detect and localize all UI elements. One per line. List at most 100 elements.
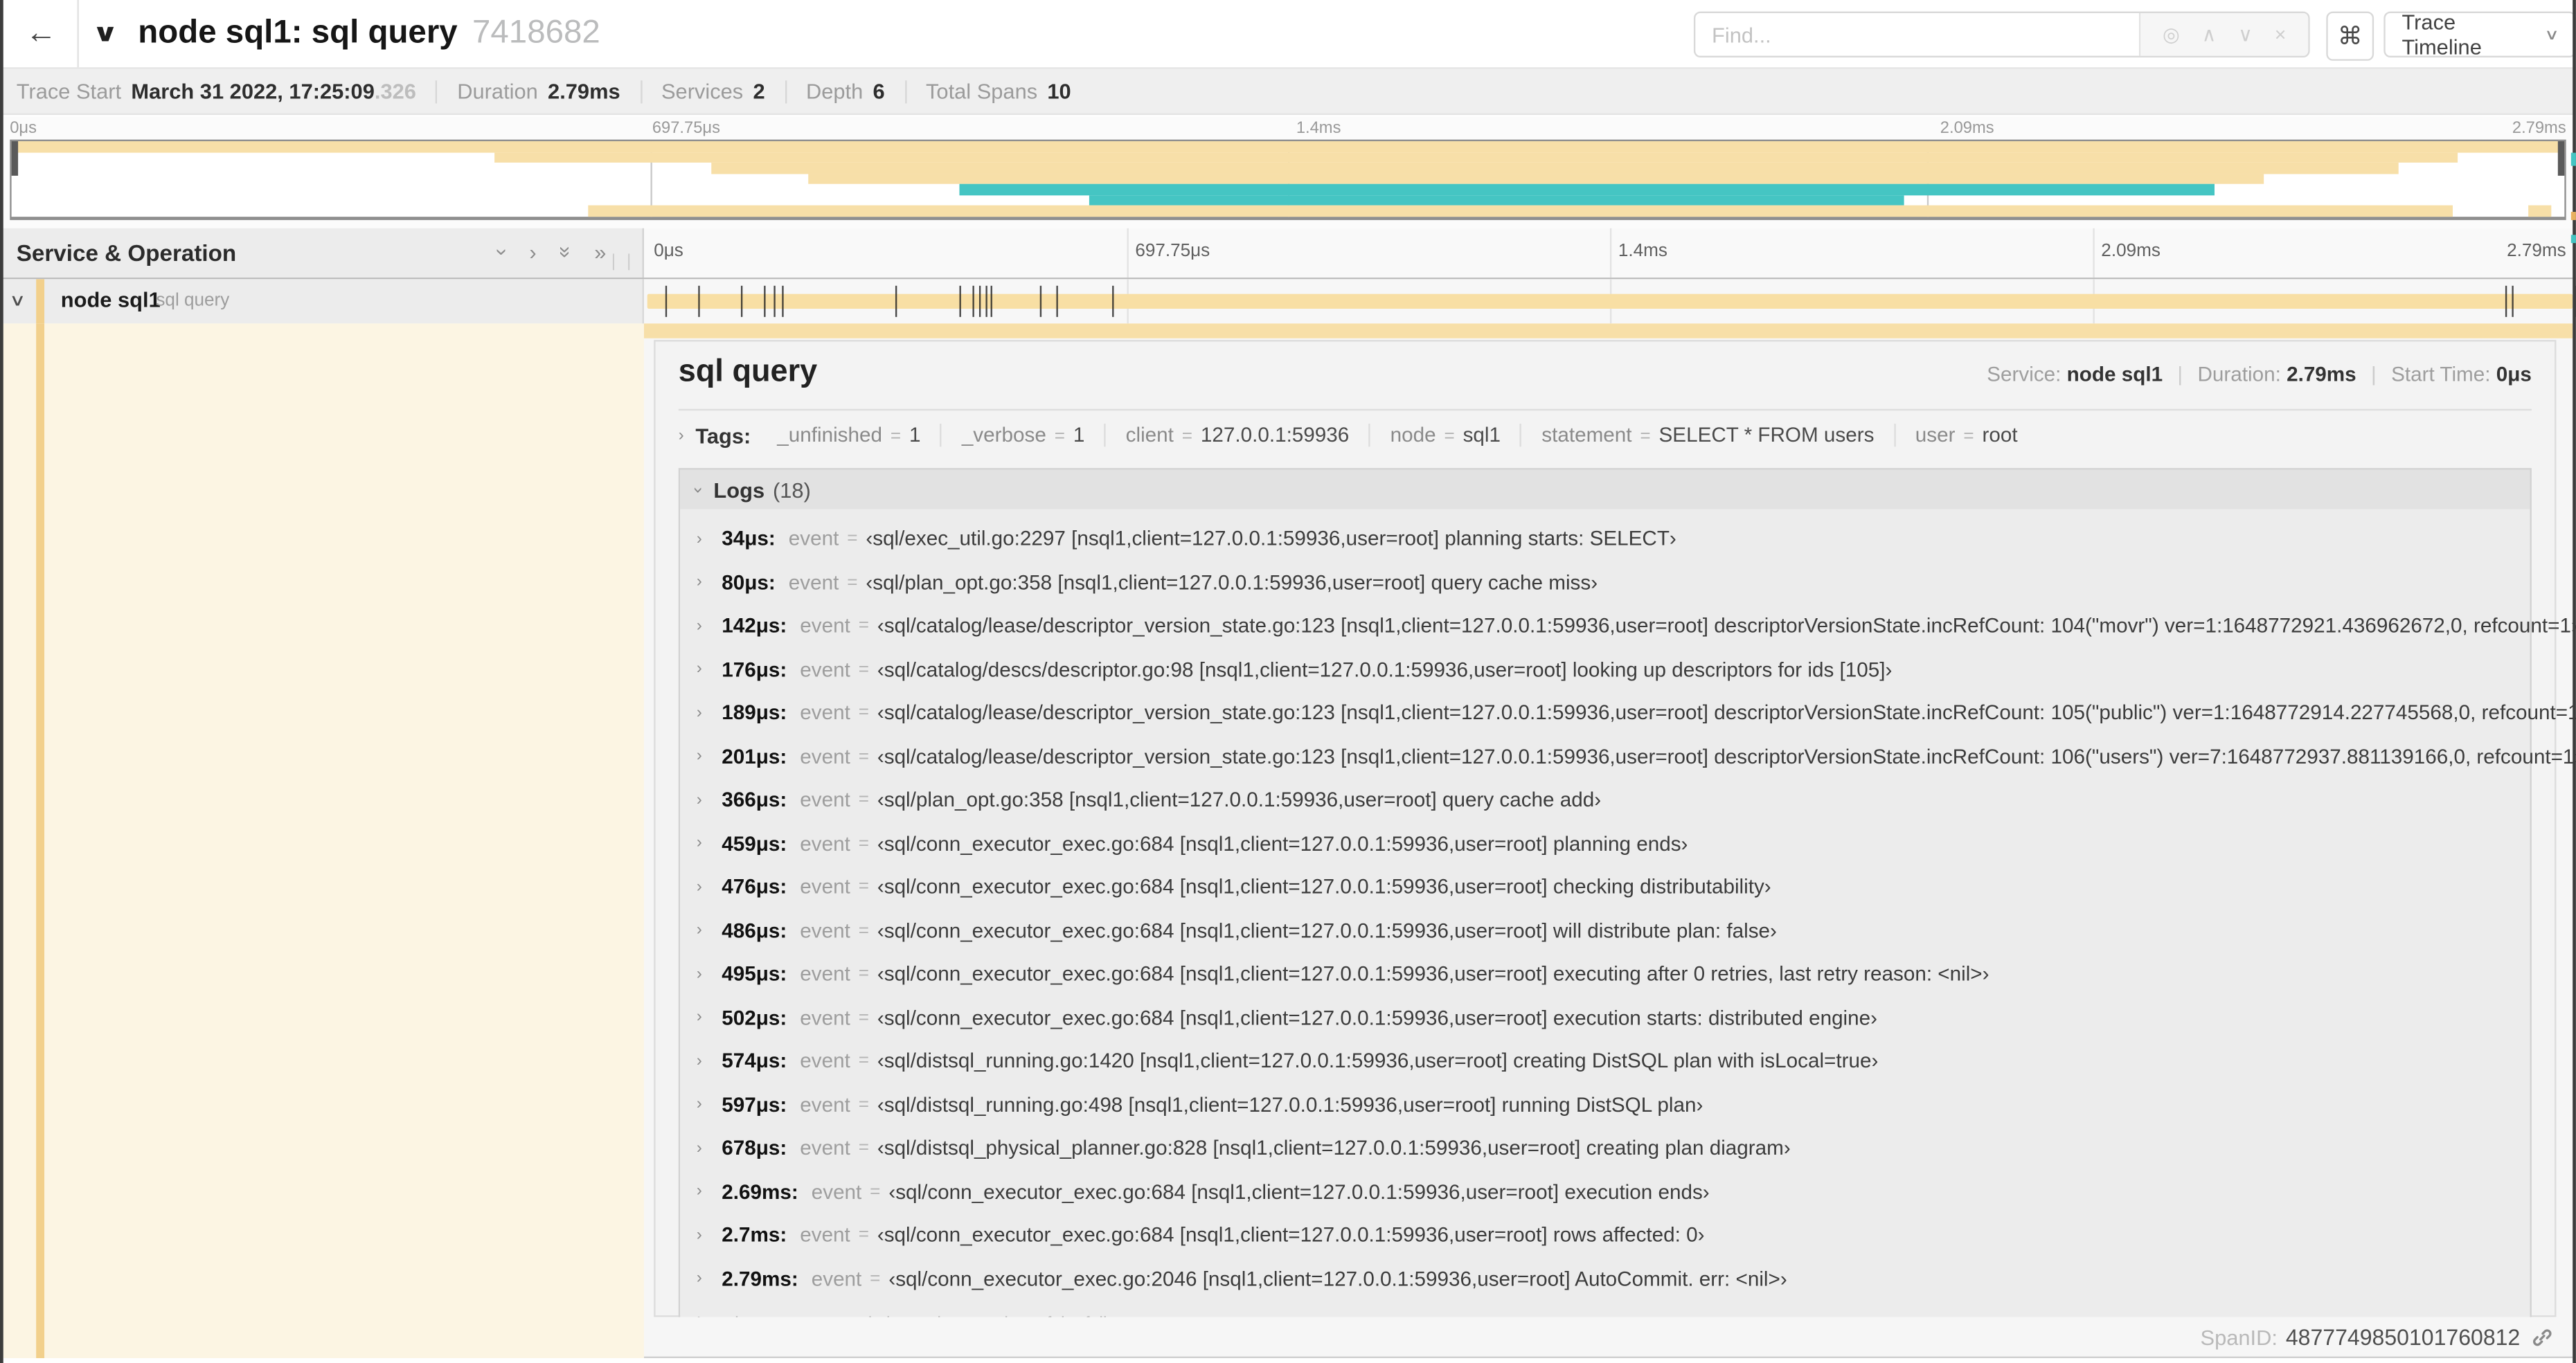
- jaeger-trace-page: ← ∨ node sql1: sql query7418682 ◎ ∧ ∨ × …: [0, 0, 2576, 1363]
- tag-item: client = 127.0.0.1:59936: [1106, 424, 1371, 447]
- log-timestamp: 495μs:: [722, 962, 787, 986]
- chevron-right-icon: ›: [696, 1009, 702, 1027]
- column-resizer-grip[interactable]: ❘❘: [607, 253, 638, 271]
- chevron-right-icon: ›: [696, 1270, 702, 1288]
- service-operation-title: Service & Operation: [16, 240, 237, 267]
- span-duration-bar[interactable]: [647, 294, 2573, 309]
- clear-find-icon[interactable]: ×: [2275, 25, 2287, 44]
- back-button[interactable]: ←: [17, 13, 66, 56]
- axis-tick-label: 2.09ms: [2101, 241, 2161, 262]
- collapse-one-icon[interactable]: ›: [490, 249, 515, 255]
- log-equals: =: [847, 529, 858, 549]
- log-field-key: event: [800, 701, 850, 725]
- log-row[interactable]: › 176μs: event = ‹sql/catalog/descs/descript…: [680, 648, 2530, 692]
- deep-link-icon[interactable]: [2532, 1326, 2553, 1348]
- log-row[interactable]: › 574μs: event = ‹sql/distsql_running.go:142…: [680, 1040, 2530, 1083]
- log-row[interactable]: › 142μs: event = ‹sql/catalog/lease/descript…: [680, 604, 2576, 648]
- log-row[interactable]: › 597μs: event = ‹sql/distsql_running.go:498…: [680, 1083, 2530, 1127]
- span-row-name-cell[interactable]: ∨ node sql1 sql query: [0, 279, 644, 324]
- log-row[interactable]: › 80μs: event = ‹sql/plan_opt.go:358 [nsql1,…: [680, 561, 2530, 604]
- log-row[interactable]: › 34μs: event = ‹sql/exec_util.go:2297 [nsql…: [680, 517, 2530, 561]
- log-timestamp: 597μs:: [722, 1093, 787, 1117]
- minimap-tick-label: 697.75μs: [652, 120, 720, 138]
- tags-list: _unfinished = 1 _verbose = 1 client = 127.0.0.1:…: [757, 424, 2037, 447]
- trace-view-selector-button[interactable]: Trace Timeline ∨: [2383, 10, 2576, 59]
- log-field-value: ‹sql/conn_executor_exec.go:2046 [nsql1,c…: [888, 1267, 1787, 1291]
- tags-row[interactable]: › Tags: _unfinished = 1 _verbose = 1 client = 12…: [679, 414, 2532, 457]
- log-row[interactable]: › 189μs: event = ‹sql/catalog/lease/descript…: [680, 692, 2576, 735]
- log-row[interactable]: › 2.69ms: event = ‹sql/conn_executor_exec.go…: [680, 1170, 2530, 1213]
- log-field-value: ‹sql/exec_util.go:2297 [nsql1,client=127…: [866, 527, 1676, 551]
- log-field-key: event: [800, 1093, 850, 1117]
- find-input[interactable]: [1695, 12, 2139, 56]
- focus-match-icon[interactable]: ◎: [2163, 25, 2180, 44]
- log-row[interactable]: › 476μs: event = ‹sql/conn_executor_exec.go:…: [680, 865, 2530, 909]
- expand-one-icon[interactable]: ›: [529, 242, 536, 263]
- timeline-collapse-controls: › › » »: [490, 242, 606, 263]
- timeline-header: Service & Operation › › » » ❘❘ 0μs 697.75…: [0, 228, 2576, 280]
- log-row[interactable]: › 201μs: event = ‹sql/catalog/lease/descript…: [680, 735, 2576, 779]
- log-marker: [978, 285, 981, 317]
- minimap-tick-label: 0μs: [10, 120, 37, 138]
- summary-divider: [785, 80, 787, 103]
- navbar-divider: [77, 0, 79, 68]
- log-marker: [960, 285, 962, 317]
- log-field-value: ‹sql/distsql_running.go:1420 [nsql1,clie…: [877, 1049, 1879, 1073]
- expand-all-icon[interactable]: »: [594, 242, 606, 263]
- log-row[interactable]: › 678μs: event = ‹sql/distsql_physical_plann…: [680, 1126, 2530, 1170]
- chevron-right-icon: ›: [696, 1052, 702, 1071]
- minimap-right-handle[interactable]: [2557, 141, 2565, 177]
- trace-title: node sql1: sql query 7418682: [138, 15, 600, 53]
- log-timestamp: 502μs:: [722, 1006, 787, 1029]
- log-marker: [990, 285, 992, 317]
- timeline-header-left: Service & Operation › › » » ❘❘: [0, 228, 644, 278]
- log-timestamp: 2.79ms:: [722, 1267, 798, 1291]
- detail-meta-value: 0μs: [2496, 363, 2532, 386]
- span-collapse-chevron-icon[interactable]: ∨: [9, 292, 26, 310]
- trace-id: 7418682: [472, 15, 600, 51]
- tag-equals: =: [1640, 426, 1651, 447]
- collapse-all-icon[interactable]: »: [553, 246, 578, 258]
- minimap-left-handle[interactable]: [11, 141, 19, 177]
- log-field-key: event: [788, 571, 839, 595]
- log-row[interactable]: › 366μs: event = ‹sql/plan_opt.go:358 [nsql1…: [680, 779, 2530, 822]
- log-field-key: event: [800, 832, 850, 856]
- next-match-icon[interactable]: ∨: [2238, 25, 2253, 44]
- detail-divider: [678, 408, 2532, 411]
- chevron-right-icon: ›: [696, 791, 702, 810]
- log-field-key: event: [788, 527, 839, 551]
- logs-list: › 34μs: event = ‹sql/exec_util.go:2297 [nsql…: [680, 509, 2576, 1351]
- span-row-timeline-cell[interactable]: [643, 279, 2576, 324]
- keyboard-shortcuts-button[interactable]: ⌘: [2326, 11, 2374, 61]
- trace-collapse-chevron-icon[interactable]: ∨: [92, 18, 119, 47]
- log-marker: [781, 285, 783, 317]
- log-marker: [985, 285, 987, 317]
- log-field-key: event: [800, 788, 850, 812]
- log-field-value: ‹sql/catalog/lease/descriptor_version_st…: [877, 614, 2576, 638]
- tag-value: 1: [1073, 424, 1085, 447]
- log-field-key: event: [800, 876, 850, 899]
- summary-divider: [640, 80, 642, 103]
- logs-header[interactable]: › Logs (18): [680, 469, 2530, 509]
- chevron-right-icon: ›: [696, 530, 702, 548]
- log-row[interactable]: › 486μs: event = ‹sql/conn_executor_exec.go:…: [680, 909, 2530, 953]
- log-row[interactable]: › 459μs: event = ‹sql/conn_executor_exec.go:…: [680, 822, 2530, 865]
- log-field-value: ‹sql/plan_opt.go:358 [nsql1,client=127.0…: [877, 788, 1602, 812]
- minimap-canvas[interactable]: [10, 139, 2566, 220]
- log-row[interactable]: › 2.7ms: event = ‹sql/conn_executor_exec.go:…: [680, 1213, 2530, 1257]
- log-row[interactable]: › 495μs: event = ‹sql/conn_executor_exec.go:…: [680, 953, 2530, 996]
- log-timestamp: 476μs:: [722, 876, 787, 899]
- tag-value: sql1: [1463, 424, 1501, 447]
- minimap-span-bar: [807, 173, 2264, 185]
- log-field-value: ‹sql/plan_opt.go:358 [nsql1,client=127.0…: [866, 571, 1598, 595]
- service-color-strip: [36, 279, 45, 324]
- prev-match-icon[interactable]: ∧: [2202, 25, 2217, 44]
- log-row[interactable]: › 502μs: event = ‹sql/conn_executor_exec.go:…: [680, 996, 2530, 1040]
- log-timestamp: 201μs:: [722, 745, 787, 768]
- logs-count: (18): [772, 477, 811, 502]
- log-row[interactable]: › 2.79ms: event = ‹sql/conn_executor_exec.go…: [680, 1257, 2530, 1301]
- chevron-right-icon: ›: [696, 617, 702, 635]
- tag-key: statement: [1541, 424, 1632, 447]
- tag-item: node = sql1: [1370, 424, 1522, 447]
- log-equals: =: [858, 1051, 869, 1072]
